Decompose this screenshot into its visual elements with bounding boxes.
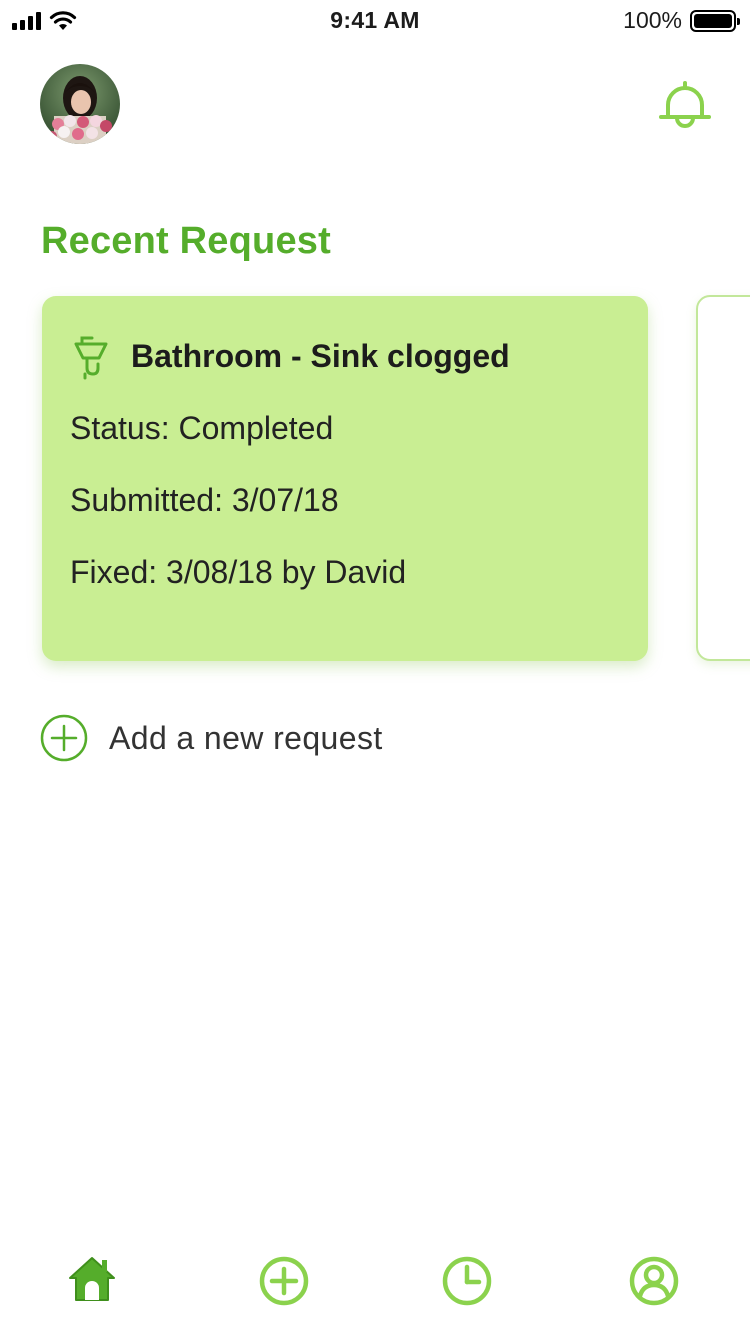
tab-profile[interactable]	[628, 1255, 684, 1311]
section-title: Recent Request	[41, 220, 331, 262]
plus-circle-icon	[259, 1256, 309, 1306]
avatar-photo	[40, 64, 120, 144]
avatar[interactable]	[40, 64, 120, 144]
bell-icon	[659, 81, 711, 128]
request-submitted-date: Submitted: 3/07/18	[70, 482, 339, 518]
request-fixed-info: Fixed: 3/08/18 by David	[70, 554, 407, 590]
battery-icon	[690, 9, 740, 32]
add-request-button[interactable]: Add a new request	[40, 714, 383, 762]
status-indicators-right: 100%	[623, 7, 740, 34]
clock-icon	[442, 1256, 492, 1306]
tab-history[interactable]	[441, 1255, 497, 1311]
add-request-label: Add a new request	[109, 719, 383, 756]
sink-icon	[74, 336, 108, 380]
request-card-next[interactable]	[696, 295, 750, 661]
user-icon	[629, 1256, 679, 1306]
plus-circle-icon	[40, 714, 88, 762]
request-status: Status: Completed	[70, 410, 334, 446]
notification-button[interactable]	[656, 80, 714, 132]
tab-bar	[0, 1240, 750, 1334]
battery-percentage: 100%	[623, 7, 682, 33]
request-title: Bathroom - Sink clogged	[131, 338, 510, 374]
request-card[interactable]: Bathroom - Sink clogged Status: Complete…	[42, 296, 648, 661]
home-icon	[69, 1257, 115, 1301]
tab-home[interactable]	[66, 1254, 122, 1310]
tab-add[interactable]	[258, 1255, 314, 1311]
status-bar: 9:41 AM 100%	[0, 0, 750, 40]
